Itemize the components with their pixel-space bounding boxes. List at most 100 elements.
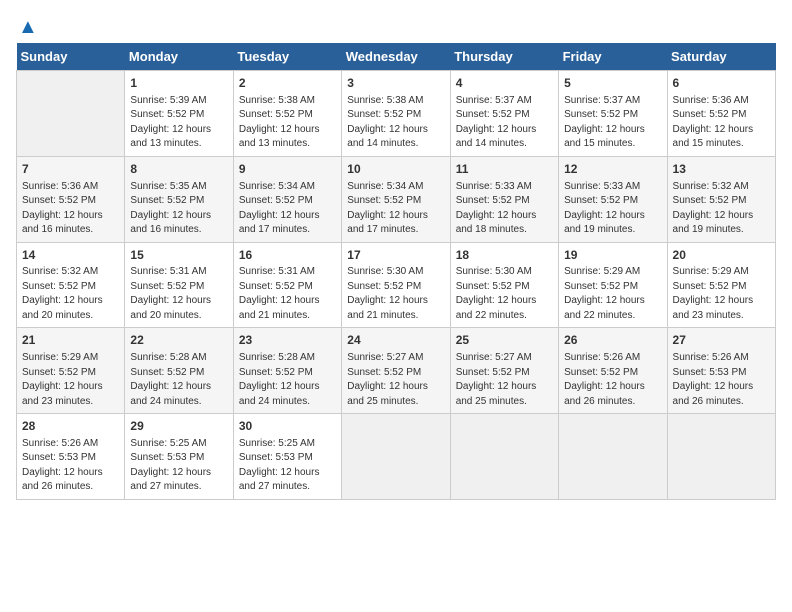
day-number: 4 — [456, 75, 553, 92]
day-info: Sunrise: 5:31 AM Sunset: 5:52 PM Dayligh… — [130, 265, 227, 323]
day-info: Sunrise: 5:36 AM Sunset: 5:52 PM Dayligh… — [673, 94, 770, 152]
day-number: 25 — [456, 332, 553, 349]
day-number: 15 — [130, 247, 227, 264]
calendar-cell: 28Sunrise: 5:26 AM Sunset: 5:53 PM Dayli… — [17, 414, 125, 500]
calendar-week-row: 7 Sunrise: 5:36 AM Sunset: 5:52 PM Daylig… — [17, 156, 776, 242]
calendar-cell: 10 Sunrise: 5:34 AM Sunset: 5:52 PM Dayli… — [342, 156, 450, 242]
day-info: Sunrise: 5:27 AM Sunset: 5:52 PM Dayligh… — [456, 351, 553, 409]
logo: ▲ — [16, 16, 38, 35]
calendar-week-row: 14Sunrise: 5:32 AM Sunset: 5:52 PM Dayli… — [17, 242, 776, 328]
calendar-cell: 30Sunrise: 5:25 AM Sunset: 5:53 PM Dayli… — [233, 414, 341, 500]
header-sunday: Sunday — [17, 43, 125, 71]
day-number: 29 — [130, 418, 227, 435]
calendar-cell: 24 Sunrise: 5:27 AM Sunset: 5:52 PM Dayli… — [342, 328, 450, 414]
day-info: Sunrise: 5:29 AM Sunset: 5:52 PM Dayligh… — [564, 265, 661, 323]
calendar-cell: 23 Sunrise: 5:28 AM Sunset: 5:52 PM Dayli… — [233, 328, 341, 414]
day-number: 22 — [130, 332, 227, 349]
calendar-cell: 26 Sunrise: 5:26 AM Sunset: 5:52 PM Dayli… — [559, 328, 667, 414]
day-number: 19 — [564, 247, 661, 264]
calendar-cell: 25 Sunrise: 5:27 AM Sunset: 5:52 PM Dayli… — [450, 328, 558, 414]
calendar-cell: 5 Sunrise: 5:37 AM Sunset: 5:52 PM Daylig… — [559, 71, 667, 157]
day-info: Sunrise: 5:25 AM Sunset: 5:53 PM Dayligh… — [130, 437, 227, 495]
calendar-cell — [559, 414, 667, 500]
day-number: 27 — [673, 332, 770, 349]
calendar-cell: 1 Sunrise: 5:39 AM Sunset: 5:52 PM Daylig… — [125, 71, 233, 157]
day-info: Sunrise: 5:36 AM Sunset: 5:52 PM Dayligh… — [22, 180, 119, 238]
calendar-week-row: 21Sunrise: 5:29 AM Sunset: 5:52 PM Dayli… — [17, 328, 776, 414]
day-number: 20 — [673, 247, 770, 264]
day-info: Sunrise: 5:26 AM Sunset: 5:53 PM Dayligh… — [673, 351, 770, 409]
day-info: Sunrise: 5:34 AM Sunset: 5:52 PM Dayligh… — [239, 180, 336, 238]
day-info: Sunrise: 5:30 AM Sunset: 5:52 PM Dayligh… — [456, 265, 553, 323]
day-number: 6 — [673, 75, 770, 92]
day-info: Sunrise: 5:27 AM Sunset: 5:52 PM Dayligh… — [347, 351, 444, 409]
calendar-cell: 22 Sunrise: 5:28 AM Sunset: 5:52 PM Dayli… — [125, 328, 233, 414]
calendar-cell — [17, 71, 125, 157]
calendar-cell: 8Sunrise: 5:35 AM Sunset: 5:52 PM Daylig… — [125, 156, 233, 242]
calendar-cell: 4 Sunrise: 5:37 AM Sunset: 5:52 PM Daylig… — [450, 71, 558, 157]
day-number: 16 — [239, 247, 336, 264]
calendar-cell: 3 Sunrise: 5:38 AM Sunset: 5:52 PM Daylig… — [342, 71, 450, 157]
calendar-header-row: SundayMondayTuesdayWednesdayThursdayFrid… — [17, 43, 776, 71]
calendar-cell: 15Sunrise: 5:31 AM Sunset: 5:52 PM Dayli… — [125, 242, 233, 328]
day-info: Sunrise: 5:34 AM Sunset: 5:52 PM Dayligh… — [347, 180, 444, 238]
calendar-cell: 7 Sunrise: 5:36 AM Sunset: 5:52 PM Daylig… — [17, 156, 125, 242]
day-info: Sunrise: 5:25 AM Sunset: 5:53 PM Dayligh… — [239, 437, 336, 495]
calendar-week-row: 1 Sunrise: 5:39 AM Sunset: 5:52 PM Daylig… — [17, 71, 776, 157]
calendar-cell — [450, 414, 558, 500]
day-info: Sunrise: 5:33 AM Sunset: 5:52 PM Dayligh… — [564, 180, 661, 238]
calendar-cell: 19Sunrise: 5:29 AM Sunset: 5:52 PM Dayli… — [559, 242, 667, 328]
day-number: 28 — [22, 418, 119, 435]
day-info: Sunrise: 5:32 AM Sunset: 5:52 PM Dayligh… — [673, 180, 770, 238]
day-number: 3 — [347, 75, 444, 92]
calendar-cell: 14Sunrise: 5:32 AM Sunset: 5:52 PM Dayli… — [17, 242, 125, 328]
calendar-week-row: 28Sunrise: 5:26 AM Sunset: 5:53 PM Dayli… — [17, 414, 776, 500]
day-info: Sunrise: 5:32 AM Sunset: 5:52 PM Dayligh… — [22, 265, 119, 323]
day-number: 9 — [239, 161, 336, 178]
calendar-cell: 6 Sunrise: 5:36 AM Sunset: 5:52 PM Daylig… — [667, 71, 775, 157]
calendar-cell: 29 Sunrise: 5:25 AM Sunset: 5:53 PM Dayli… — [125, 414, 233, 500]
calendar-cell: 12 Sunrise: 5:33 AM Sunset: 5:52 PM Dayli… — [559, 156, 667, 242]
day-info: Sunrise: 5:38 AM Sunset: 5:52 PM Dayligh… — [347, 94, 444, 152]
header-saturday: Saturday — [667, 43, 775, 71]
day-info: Sunrise: 5:28 AM Sunset: 5:52 PM Dayligh… — [239, 351, 336, 409]
header-friday: Friday — [559, 43, 667, 71]
day-info: Sunrise: 5:31 AM Sunset: 5:52 PM Dayligh… — [239, 265, 336, 323]
day-number: 24 — [347, 332, 444, 349]
calendar-cell: 20Sunrise: 5:29 AM Sunset: 5:52 PM Dayli… — [667, 242, 775, 328]
day-info: Sunrise: 5:33 AM Sunset: 5:52 PM Dayligh… — [456, 180, 553, 238]
day-info: Sunrise: 5:28 AM Sunset: 5:52 PM Dayligh… — [130, 351, 227, 409]
day-info: Sunrise: 5:37 AM Sunset: 5:52 PM Dayligh… — [456, 94, 553, 152]
day-number: 13 — [673, 161, 770, 178]
day-number: 17 — [347, 247, 444, 264]
day-info: Sunrise: 5:37 AM Sunset: 5:52 PM Dayligh… — [564, 94, 661, 152]
day-info: Sunrise: 5:26 AM Sunset: 5:52 PM Dayligh… — [564, 351, 661, 409]
day-number: 18 — [456, 247, 553, 264]
calendar-cell: 9 Sunrise: 5:34 AM Sunset: 5:52 PM Daylig… — [233, 156, 341, 242]
day-number: 1 — [130, 75, 227, 92]
day-number: 5 — [564, 75, 661, 92]
day-info: Sunrise: 5:39 AM Sunset: 5:52 PM Dayligh… — [130, 94, 227, 152]
day-number: 26 — [564, 332, 661, 349]
day-number: 12 — [564, 161, 661, 178]
calendar-cell: 21Sunrise: 5:29 AM Sunset: 5:52 PM Dayli… — [17, 328, 125, 414]
calendar-cell — [342, 414, 450, 500]
calendar-cell: 18Sunrise: 5:30 AM Sunset: 5:52 PM Dayli… — [450, 242, 558, 328]
day-info: Sunrise: 5:29 AM Sunset: 5:52 PM Dayligh… — [22, 351, 119, 409]
day-info: Sunrise: 5:29 AM Sunset: 5:52 PM Dayligh… — [673, 265, 770, 323]
header-tuesday: Tuesday — [233, 43, 341, 71]
day-number: 23 — [239, 332, 336, 349]
calendar-cell: 27 Sunrise: 5:26 AM Sunset: 5:53 PM Dayli… — [667, 328, 775, 414]
day-info: Sunrise: 5:35 AM Sunset: 5:52 PM Dayligh… — [130, 180, 227, 238]
day-number: 7 — [22, 161, 119, 178]
day-number: 10 — [347, 161, 444, 178]
day-info: Sunrise: 5:30 AM Sunset: 5:52 PM Dayligh… — [347, 265, 444, 323]
header: ▲ — [16, 16, 776, 35]
calendar-cell: 11 Sunrise: 5:33 AM Sunset: 5:52 PM Dayli… — [450, 156, 558, 242]
calendar-cell: 13 Sunrise: 5:32 AM Sunset: 5:52 PM Dayli… — [667, 156, 775, 242]
header-wednesday: Wednesday — [342, 43, 450, 71]
calendar-cell: 16Sunrise: 5:31 AM Sunset: 5:52 PM Dayli… — [233, 242, 341, 328]
header-thursday: Thursday — [450, 43, 558, 71]
day-number: 14 — [22, 247, 119, 264]
day-number: 11 — [456, 161, 553, 178]
